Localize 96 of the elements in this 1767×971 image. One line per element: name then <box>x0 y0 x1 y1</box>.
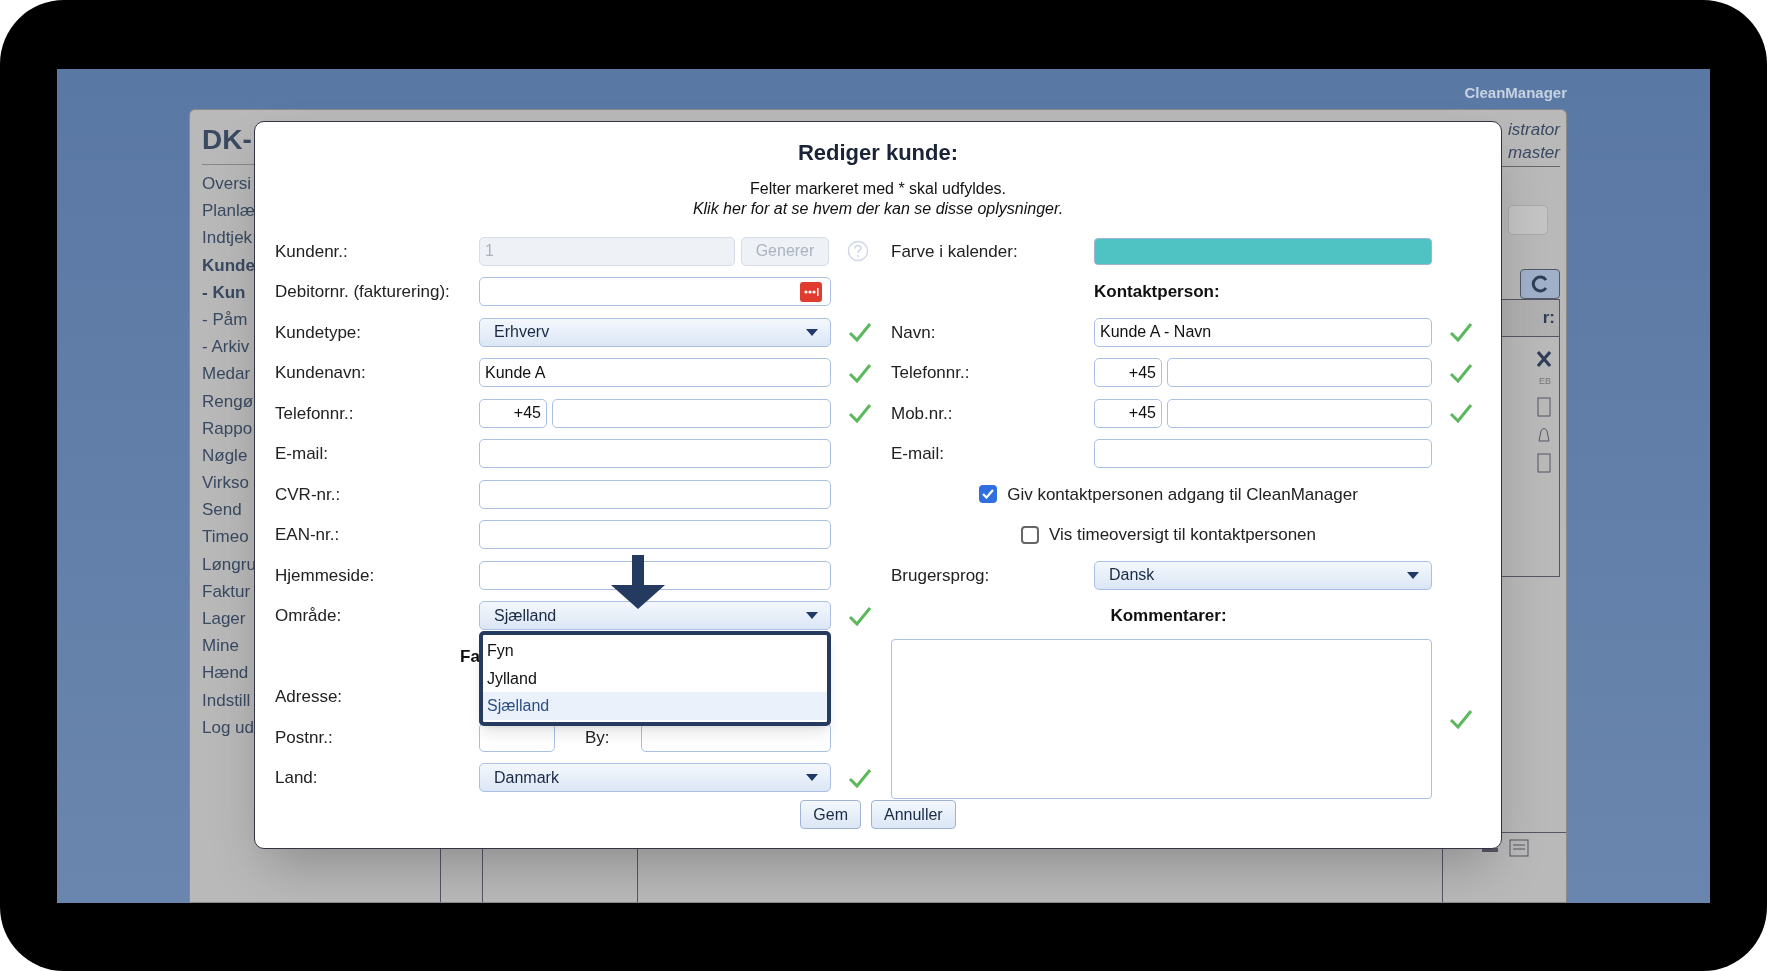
field-label: E-mail: <box>275 443 329 465</box>
input-field[interactable] <box>552 398 831 428</box>
field-label: Brugersprog: <box>891 564 991 587</box>
menu-item[interactable]: Indtjek <box>202 225 256 253</box>
checkbox[interactable] <box>979 485 998 504</box>
field-label: Postnr.: <box>275 726 334 749</box>
input-field[interactable] <box>1167 358 1432 388</box>
field-label: E-mail: <box>891 443 945 465</box>
caret-icon <box>806 612 818 620</box>
user-info: master <box>1508 142 1560 164</box>
input-field[interactable] <box>1094 439 1432 469</box>
document-icon[interactable] <box>1537 452 1551 473</box>
field-label: Kundenr.: <box>275 240 349 263</box>
visibility-link[interactable]: Klik her for at se hvem der kan se disse oplysninger. <box>692 199 1064 219</box>
menu-item[interactable]: - Kun <box>202 279 256 307</box>
dialog-title: Rediger kunde: <box>797 139 959 167</box>
menu-item[interactable]: Hænd <box>202 660 256 688</box>
comment-field[interactable] <box>891 639 1432 799</box>
menu-item[interactable]: - Påm <box>202 306 256 335</box>
user-info: istrator <box>1508 119 1560 141</box>
field-label: Mob.nr.: <box>891 402 954 425</box>
input-field[interactable]: Kunde A <box>479 358 831 388</box>
caret-icon <box>806 328 818 336</box>
menu-item[interactable]: Løngru <box>202 551 256 579</box>
dropdown-option[interactable]: Jylland <box>483 664 827 693</box>
document-icon[interactable] <box>1537 396 1551 417</box>
help-icon[interactable] <box>847 240 869 263</box>
checkbox-label: Vis timeoversigt til kontaktpersonen <box>1048 524 1317 546</box>
caret-icon <box>1407 571 1419 579</box>
field-label: Navn: <box>891 321 937 344</box>
section-heading: Fa <box>460 645 480 668</box>
password-manager-icon[interactable] <box>800 281 822 302</box>
menu-item[interactable]: Planlæ <box>202 198 256 226</box>
field-label: Land: <box>275 767 319 789</box>
field-label: EAN-nr.: <box>275 524 341 546</box>
menu-item[interactable]: Log ud <box>202 714 256 742</box>
menu-item[interactable]: Faktur <box>202 578 256 606</box>
input-field[interactable]: +45 <box>479 398 547 428</box>
toolbar-button[interactable] <box>1508 205 1548 235</box>
close-icon[interactable] <box>1537 351 1551 367</box>
input-field[interactable] <box>479 277 831 307</box>
input-field[interactable] <box>479 560 831 590</box>
field-label: Telefonnr.: <box>891 362 971 384</box>
menu-item[interactable]: Nøgle <box>202 442 256 471</box>
input-field[interactable] <box>479 439 831 469</box>
field-label: Adresse: <box>275 686 344 708</box>
menu-item[interactable]: Kunde <box>202 252 256 280</box>
tick-icon <box>982 489 995 500</box>
field-label: Telefonnr.: <box>275 402 355 425</box>
field-label: Kundenavn: <box>275 362 367 384</box>
column-header: r: <box>1542 307 1555 330</box>
dropdown-option[interactable]: Fyn <box>483 637 827 665</box>
small-label: EB <box>1539 375 1551 388</box>
refresh-icon <box>1530 274 1550 294</box>
select-field[interactable]: Erhverv <box>479 317 831 347</box>
menu-item[interactable]: Lager <box>202 606 256 634</box>
select-field[interactable]: Dansk <box>1094 560 1432 590</box>
input-field[interactable] <box>479 479 831 509</box>
field-label: Hjemmeside: <box>275 564 376 587</box>
section-heading: Kommentarer: <box>1110 605 1227 627</box>
required-note: Felter markeret med * skal udfyldes. <box>749 179 1007 199</box>
dropdown-option[interactable]: Sjælland <box>483 692 827 720</box>
color-swatch[interactable] <box>1094 237 1432 265</box>
menu-item[interactable]: - Arkiv <box>202 334 256 362</box>
field-label: Debitornr. (fakturering): <box>275 281 451 303</box>
field-label: Kundetype: <box>275 321 362 344</box>
list-icon[interactable] <box>1508 839 1529 857</box>
brand-name: CleanManager <box>1464 82 1567 103</box>
menu-item[interactable]: Rengø <box>202 388 256 416</box>
menu-item[interactable]: Oversi <box>202 171 256 199</box>
select-field[interactable]: Danmark <box>479 763 831 793</box>
menu-item[interactable]: Medar <box>202 361 256 389</box>
input-field[interactable]: +45 <box>1094 398 1162 428</box>
checkbox-label: Giv kontaktpersonen adgang til CleanManager <box>1007 483 1358 506</box>
menu-item[interactable]: Rappo <box>202 415 256 443</box>
menu-item[interactable]: Send <box>202 497 256 525</box>
menu-item[interactable]: Timeo <box>202 524 256 552</box>
section-heading: Kontaktperson: <box>1094 281 1220 303</box>
field-label: Område: <box>275 605 343 627</box>
page-title: DK- <box>202 123 253 157</box>
caret-icon <box>806 774 818 782</box>
input-field[interactable] <box>479 520 831 550</box>
checkbox[interactable] <box>1020 525 1039 544</box>
input-field[interactable] <box>1167 398 1432 428</box>
refresh-button[interactable] <box>1520 269 1560 299</box>
field-label: By: <box>585 726 611 749</box>
input-field[interactable]: +45 <box>1094 358 1162 388</box>
menu-item[interactable]: Indstill <box>202 687 256 715</box>
menu-item[interactable]: Virkso <box>202 470 256 498</box>
input-field[interactable]: Kunde A - Navn <box>1094 317 1432 347</box>
dialog-button[interactable]: Gem <box>800 800 861 829</box>
menu-item[interactable]: Mine <box>202 633 256 661</box>
field-label: CVR-nr.: <box>275 483 342 506</box>
dialog-button[interactable]: Annuller <box>871 800 956 829</box>
field-label: Farve i kalender: <box>891 240 1019 263</box>
select-field[interactable]: Sjælland <box>479 601 831 631</box>
